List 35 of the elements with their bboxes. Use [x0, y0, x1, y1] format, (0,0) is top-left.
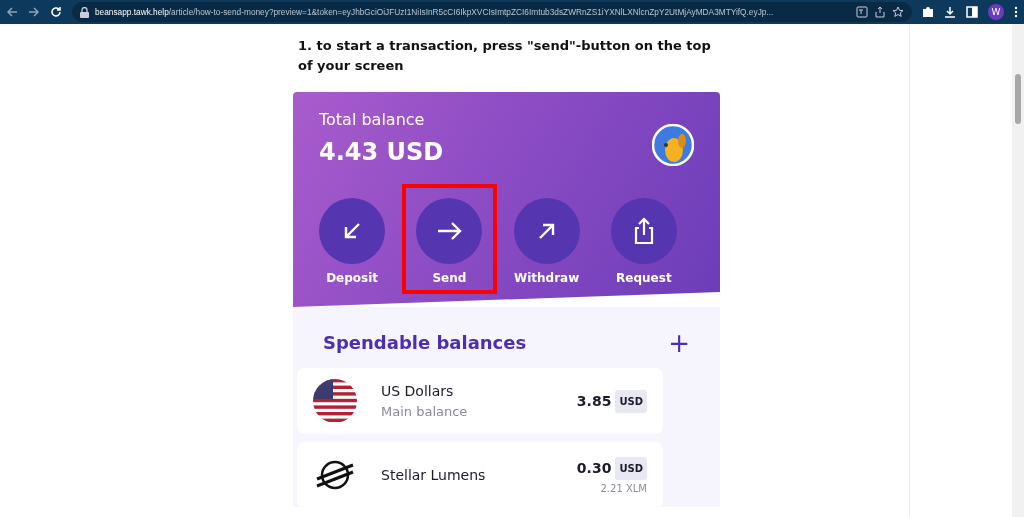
menu-icon[interactable]	[1014, 6, 1018, 18]
forward-icon[interactable]	[28, 6, 40, 18]
flag-icon	[313, 379, 357, 423]
scrollbar[interactable]	[1012, 24, 1024, 517]
add-button[interactable]: +	[668, 329, 690, 356]
share-icon[interactable]	[874, 6, 886, 18]
profile-avatar[interactable]: W	[988, 4, 1004, 20]
action-button[interactable]: Request	[596, 184, 691, 294]
download-icon[interactable]	[944, 6, 956, 18]
balance-subtitle: Main balance	[381, 402, 469, 421]
currency-code: USD	[615, 456, 647, 480]
url-text: beansapp.tawk.help/article/how-to-send-money?preview=1&token=eyJhbGciOiJFUzI1NiIsInR5cCI6IkpXVCIsImtpZCI6Imtub3dsZWRnZS1iYXNlLXNlcnZpY2UtMjAyMDA3MTYifQ.eyJp...	[95, 5, 774, 19]
back-icon[interactable]	[6, 6, 18, 18]
balance-label: Total balance	[319, 109, 426, 131]
lock-icon	[80, 6, 89, 18]
balance-amount: 4.43 USD	[319, 137, 444, 168]
balance-card[interactable]: Stellar Lumens 0.30 USD 2.21 XLM	[297, 442, 663, 508]
star-icon[interactable]	[892, 6, 904, 18]
action-button[interactable]: Send	[402, 184, 497, 294]
avatar-icon[interactable]	[652, 124, 694, 166]
address-bar[interactable]: beansapp.tawk.help/article/how-to-send-money?preview=1&token=eyJhbGciOiJFUzI1NiIsInR5cCI6IkpXVCIsImtpZCI6Imtub3dsZWRnZS1iYXNlLXNlcnZpY2UtMjAyMDA3MTYifQ.eyJp...	[72, 2, 912, 22]
balance-value: 3.85	[576, 391, 612, 411]
balance-value: 0.30	[576, 458, 612, 478]
currency-name: US Dollars	[381, 381, 455, 401]
currency-code: USD	[615, 389, 647, 413]
section-title: Spendable balances	[323, 331, 527, 355]
action-button[interactable]: Deposit	[305, 184, 400, 294]
instruction-text: 1. to start a transaction, press "send"-button on the top of your screen	[298, 37, 712, 75]
reload-icon[interactable]	[50, 6, 62, 18]
currency-name: Stellar Lumens	[381, 465, 487, 485]
balance-card[interactable]: US Dollars Main balance 3.85 USD	[297, 368, 663, 434]
secondary-amount: 2.21 XLM	[599, 483, 647, 494]
translate-icon[interactable]	[856, 6, 868, 18]
action-button[interactable]: Withdraw	[499, 184, 594, 294]
sidebar-icon[interactable]	[966, 6, 978, 18]
